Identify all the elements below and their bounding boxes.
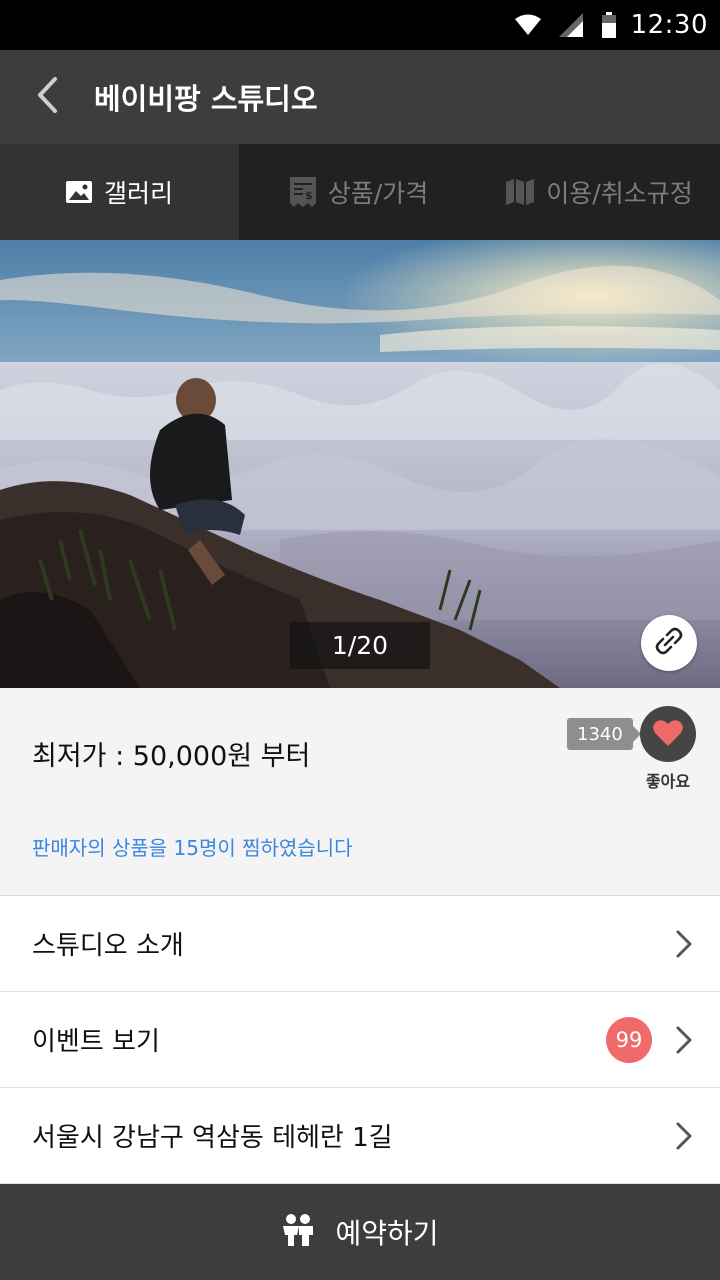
tab-bar: 갤러리 $ 상품/가격 이용/취소규정 (0, 144, 720, 240)
event-count-badge: 99 (606, 1017, 652, 1063)
link-icon (654, 626, 684, 660)
heart-icon (653, 719, 683, 750)
gallery-counter: 1/20 (290, 622, 430, 669)
tab-label: 갤러리 (103, 179, 173, 208)
list-item-label: 스튜디오 소개 (32, 931, 184, 961)
status-time: 12:30 (630, 10, 708, 40)
image-icon (65, 181, 92, 203)
tab-usage-cancel-policy[interactable]: 이용/취소규정 (479, 144, 720, 240)
price-section: 최저가 : 50,000원 부터 판매자의 상품을 15명이 찜하였습니다 13… (0, 688, 720, 896)
chevron-left-icon (35, 76, 59, 118)
gallery-image[interactable] (0, 240, 720, 688)
tab-gallery[interactable]: 갤러리 (0, 144, 239, 240)
list-item-label: 서울시 강남구 역삼동 테헤란 1길 (32, 1123, 393, 1153)
menu-list: 스튜디오 소개 이벤트 보기 99 서울시 강남구 역삼동 테헤란 1길 (0, 896, 720, 1184)
like-count-badge: 1340 (567, 718, 641, 750)
status-bar: 12:30 (0, 0, 720, 50)
like-button[interactable] (640, 706, 696, 762)
menu-item-events[interactable]: 이벤트 보기 99 (0, 992, 720, 1088)
chevron-right-icon (676, 1122, 692, 1154)
reserve-label: 예약하기 (335, 1217, 439, 1250)
like-label: 좋아요 (645, 772, 691, 791)
gallery-photo (0, 240, 720, 688)
tab-label: 이용/취소규정 (546, 179, 693, 208)
wifi-icon (514, 14, 541, 36)
chevron-right-icon (676, 930, 692, 962)
tab-label: 상품/가격 (327, 179, 429, 208)
app-bar: 베이비팡 스튜디오 (0, 50, 720, 144)
map-icon (506, 179, 535, 205)
share-link-button[interactable] (641, 615, 697, 671)
chevron-right-icon (676, 1026, 692, 1058)
wish-count-link[interactable]: 판매자의 상품을 15명이 찜하였습니다 (32, 832, 353, 861)
back-button[interactable] (0, 50, 94, 144)
menu-item-studio-intro[interactable]: 스튜디오 소개 (0, 896, 720, 992)
people-icon (281, 1213, 315, 1251)
receipt-icon: $ (289, 177, 316, 207)
battery-icon (601, 12, 617, 38)
lowest-price-text: 최저가 : 50,000원 부터 (32, 741, 311, 772)
svg-text:$: $ (305, 189, 313, 202)
menu-item-address[interactable]: 서울시 강남구 역삼동 테헤란 1길 (0, 1088, 720, 1184)
signal-icon (558, 13, 583, 37)
reserve-button[interactable]: 예약하기 (0, 1184, 720, 1280)
tab-products-price[interactable]: $ 상품/가격 (239, 144, 479, 240)
page-title: 베이비팡 스튜디오 (94, 82, 318, 116)
list-item-label: 이벤트 보기 (32, 1027, 160, 1057)
